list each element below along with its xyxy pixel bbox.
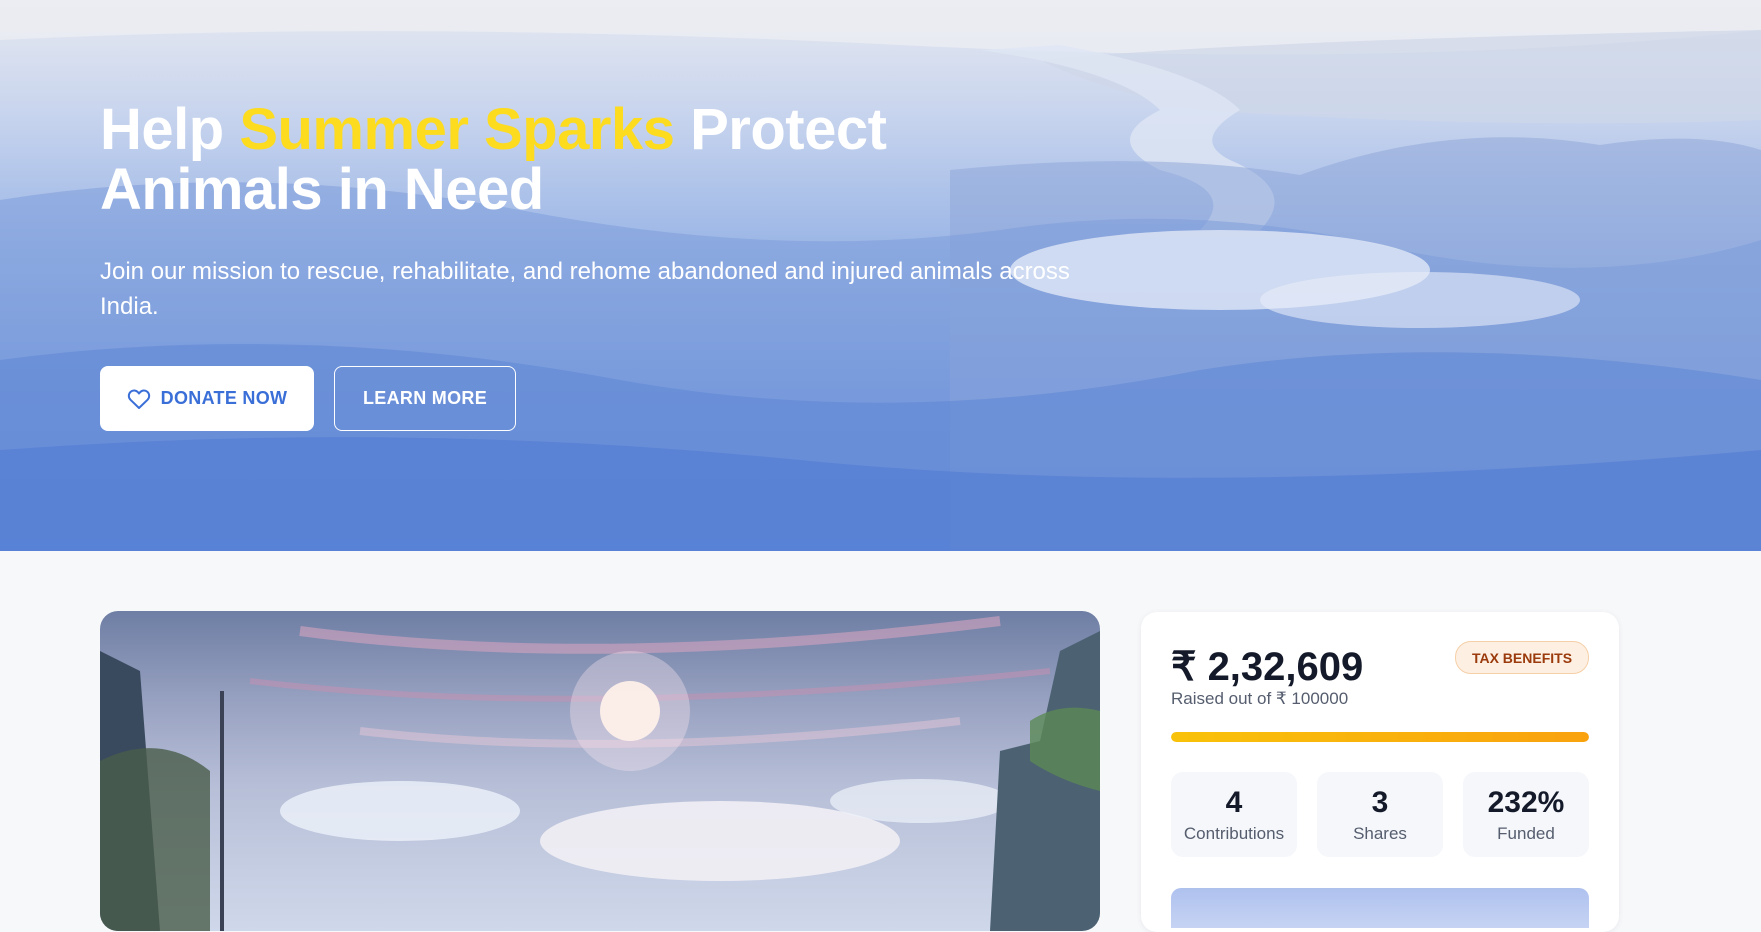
- learn-more-button[interactable]: LEARN MORE: [334, 366, 516, 431]
- hero-title-accent: Summer Sparks: [239, 97, 675, 162]
- heart-icon: [127, 388, 150, 409]
- stat-label: Shares: [1353, 823, 1407, 843]
- donate-now-button[interactable]: DONATE NOW: [100, 366, 314, 431]
- funding-progress-bar: [1171, 732, 1589, 742]
- stat-funded: 232% Funded: [1463, 772, 1589, 857]
- donate-panel-button[interactable]: [1171, 888, 1589, 928]
- hero-banner: Help Summer Sparks Protect Animals in Ne…: [0, 0, 1761, 551]
- stat-label: Contributions: [1183, 823, 1285, 843]
- stat-contributions: 4 Contributions: [1171, 772, 1297, 857]
- hero-actions: DONATE NOW LEARN MORE: [100, 366, 516, 431]
- donation-summary-card: ₹ 2,32,609 Raised out of ₹ 100000 TAX BE…: [1141, 612, 1619, 932]
- hero-content: Help Summer Sparks Protect Animals in Ne…: [100, 100, 1080, 324]
- hero-subtitle: Join our mission to rescue, rehabilitate…: [100, 258, 1070, 320]
- stat-value: 3: [1371, 785, 1389, 819]
- amount-raised: ₹ 2,32,609: [1171, 645, 1364, 689]
- campaign-image: [100, 611, 1100, 931]
- stat-shares: 3 Shares: [1317, 772, 1443, 857]
- tax-benefits-badge: TAX BENEFITS: [1455, 641, 1589, 674]
- donate-now-label: DONATE NOW: [160, 388, 288, 408]
- campaign-image-artwork: [100, 616, 1100, 931]
- learn-more-label: LEARN MORE: [363, 388, 487, 408]
- stat-value: 4: [1225, 785, 1243, 819]
- campaign-stats: 4 Contributions 3 Shares 232% Funded: [1171, 772, 1589, 857]
- stat-value: 232%: [1487, 785, 1565, 819]
- funding-progress-fill: [1171, 732, 1589, 742]
- hero-title: Help Summer Sparks Protect Animals in Ne…: [100, 100, 1080, 220]
- stat-label: Funded: [1497, 823, 1555, 843]
- hero-title-prefix: Help: [100, 97, 240, 162]
- raised-goal-text: Raised out of ₹ 100000: [1171, 689, 1349, 708]
